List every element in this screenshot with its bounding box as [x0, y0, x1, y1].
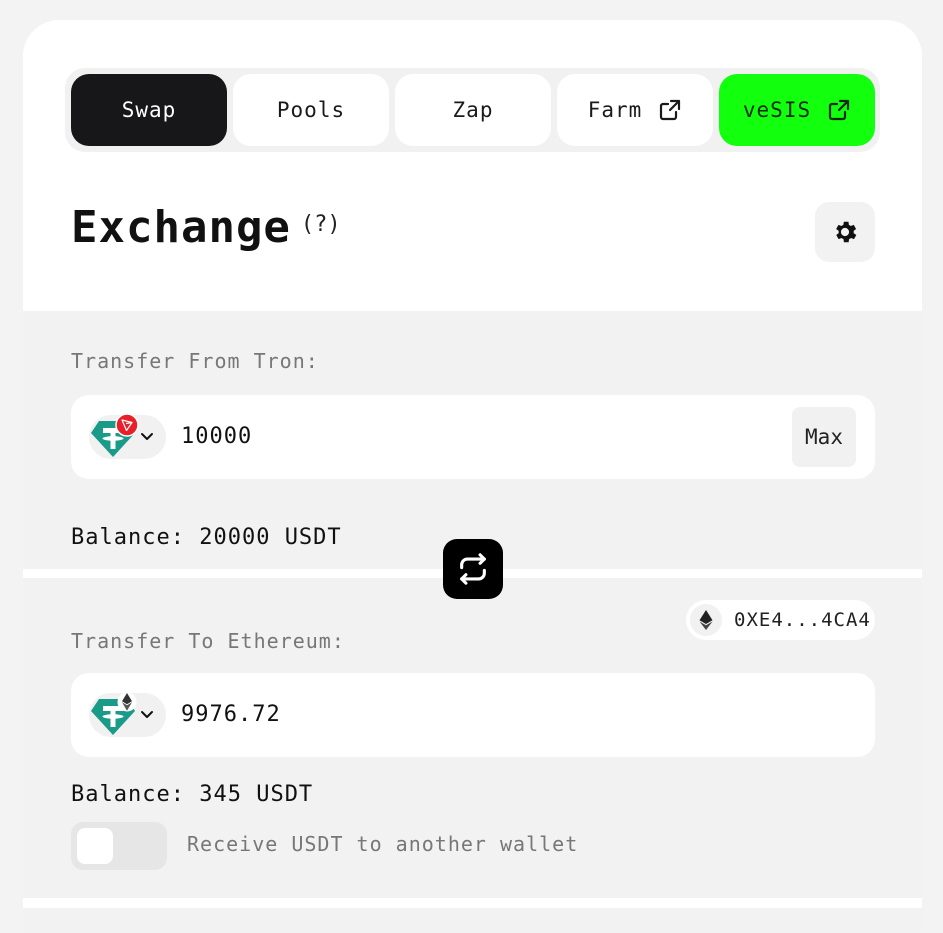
- receive-another-wallet-toggle[interactable]: [71, 822, 167, 870]
- receive-another-wallet-label: Receive USDT to another wallet: [187, 832, 579, 856]
- to-token-selector[interactable]: [89, 692, 166, 737]
- from-token-selector[interactable]: [89, 413, 166, 459]
- tab-label: Zap: [452, 98, 494, 122]
- swap-direction-button[interactable]: [443, 539, 503, 599]
- balance-label: Balance:: [71, 525, 185, 550]
- gear-icon: [836, 221, 857, 243]
- balance-label: Balance:: [71, 782, 185, 807]
- next-section: [23, 908, 922, 933]
- to-label: Transfer To Ethereum:: [71, 629, 345, 653]
- from-label: Transfer From Tron:: [71, 349, 319, 373]
- ethereum-icon: [690, 604, 722, 636]
- tab-bar: Swap Pools Zap Farm veSIS: [65, 68, 880, 152]
- to-balance: Balance: 345 USDT: [71, 782, 313, 807]
- tab-farm[interactable]: Farm: [557, 74, 713, 146]
- chevron-down-icon: [141, 711, 153, 718]
- tron-icon: [115, 413, 139, 437]
- balance-value: 20000 USDT: [199, 525, 342, 550]
- wallet-address: 0XE4...4CA4: [734, 609, 871, 631]
- external-link-icon: [660, 99, 681, 121]
- tab-label: Farm: [587, 98, 643, 122]
- tab-label: Swap: [121, 98, 177, 122]
- external-link-icon: [829, 99, 850, 121]
- wallet-address-pill[interactable]: 0XE4...4CA4: [686, 600, 875, 640]
- page-title: Exchange: [71, 202, 291, 253]
- tab-zap[interactable]: Zap: [395, 74, 551, 146]
- tab-vesis[interactable]: veSIS: [719, 74, 875, 146]
- to-amount-input[interactable]: 9976.72: [181, 673, 281, 757]
- tab-label: veSIS: [742, 98, 812, 122]
- from-balance: Balance: 20000 USDT: [71, 525, 342, 550]
- max-button[interactable]: Max: [792, 407, 856, 467]
- balance-value: 345 USDT: [199, 782, 314, 807]
- ethereum-icon: [117, 692, 137, 712]
- tab-pools[interactable]: Pools: [233, 74, 389, 146]
- to-input-box: 9976.72: [71, 673, 875, 757]
- tab-swap[interactable]: Swap: [71, 74, 227, 146]
- tab-label: Pools: [276, 98, 346, 122]
- toggle-knob: [77, 828, 113, 864]
- from-amount-input[interactable]: 10000: [181, 395, 252, 479]
- exchange-card: Swap Pools Zap Farm veSIS Exchange (?) T…: [23, 20, 922, 933]
- help-icon[interactable]: (?): [301, 212, 341, 237]
- from-input-box: 10000 Max: [71, 395, 875, 479]
- settings-button[interactable]: [815, 202, 875, 262]
- from-section: Transfer From Tron: 10000 Max Balance: 2…: [23, 311, 922, 569]
- title-row: Exchange (?): [71, 202, 341, 253]
- swap-arrows-icon: [460, 553, 486, 585]
- chevron-down-icon: [141, 433, 153, 440]
